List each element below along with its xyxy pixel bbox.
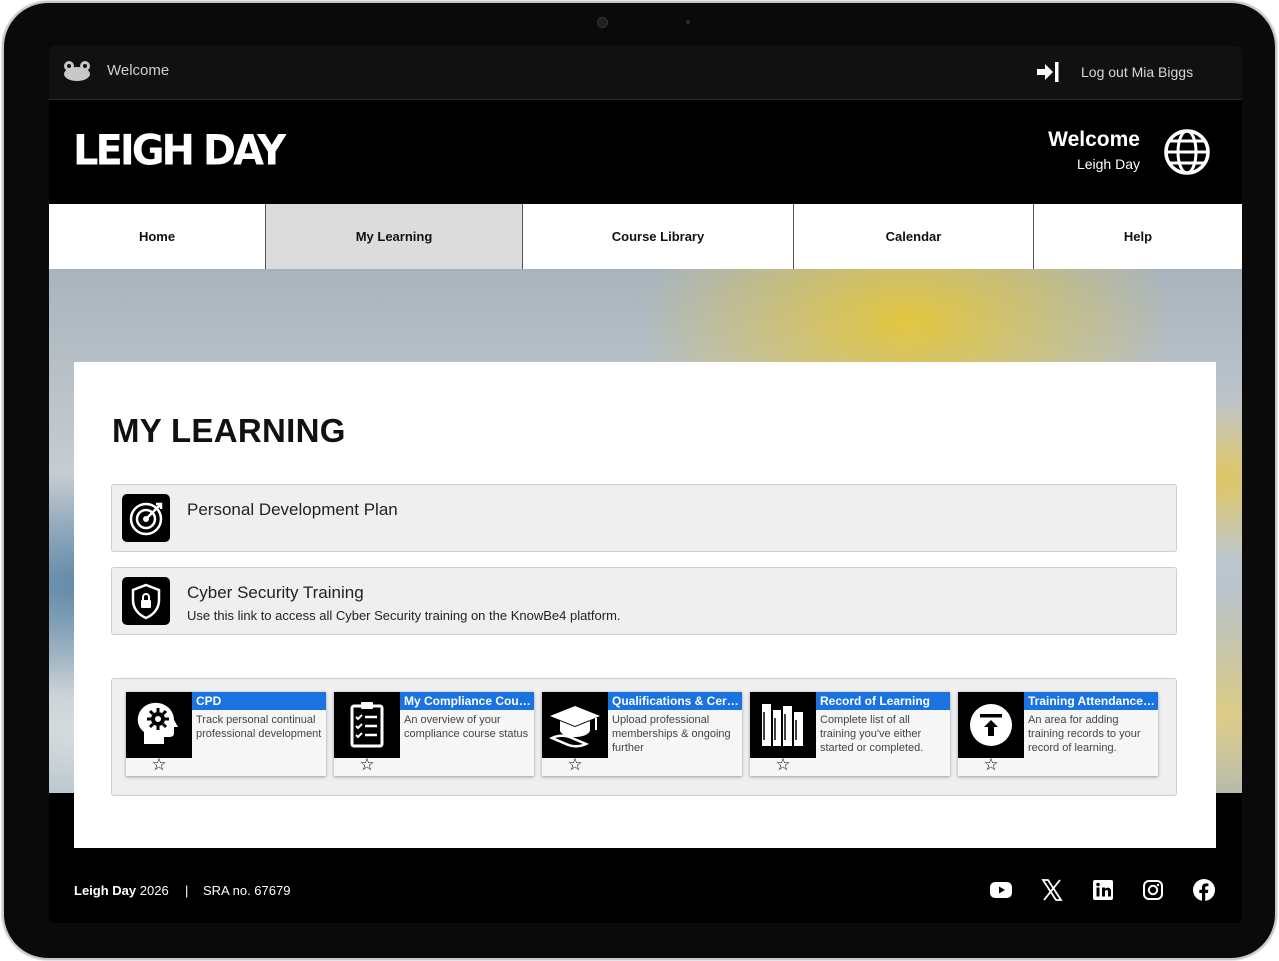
frog-logo-icon xyxy=(64,61,90,81)
bookshelf-icon xyxy=(750,692,816,758)
head-gear-icon xyxy=(126,692,192,758)
checklist-icon xyxy=(334,692,400,758)
main-nav: Home My Learning Course Library Calendar… xyxy=(49,204,1242,269)
welcome-link[interactable]: Welcome xyxy=(107,62,169,79)
instagram-icon[interactable] xyxy=(1141,878,1165,902)
screen: Welcome Log out Mia Biggs LEIGH DAY Welc… xyxy=(49,46,1242,923)
favorite-star-icon[interactable]: ☆ xyxy=(126,756,192,774)
shield-lock-icon xyxy=(122,577,170,625)
target-icon xyxy=(122,494,170,542)
tile-title: CPD xyxy=(192,692,326,710)
nav-home[interactable]: Home xyxy=(49,204,266,269)
tile-title: Training Attendance Sheets xyxy=(1024,692,1158,710)
globe-icon[interactable] xyxy=(1163,128,1211,176)
header-welcome-org: Leigh Day xyxy=(1076,156,1140,172)
cyber-link-title: Cyber Security Training xyxy=(187,583,364,602)
footer: Leigh Day 2026 | SRA no. 67679 xyxy=(49,848,1242,923)
footer-sra: SRA no. 67679 xyxy=(203,883,291,898)
camera xyxy=(597,17,608,28)
cyber-link-subtitle: Use this link to access all Cyber Securi… xyxy=(187,608,621,623)
tile-title: My Compliance Courses xyxy=(400,692,534,710)
tile-title: Record of Learning xyxy=(816,692,950,710)
graduation-cap-icon xyxy=(542,692,608,758)
tile-description: Complete list of all training you've eit… xyxy=(820,714,924,754)
cyber-security-link-card[interactable]: Cyber Security Training Use this link to… xyxy=(111,567,1177,635)
favorite-star-icon[interactable]: ☆ xyxy=(334,756,400,774)
favorite-star-icon[interactable]: ☆ xyxy=(958,756,1024,774)
nav-help[interactable]: Help xyxy=(1034,204,1242,269)
tile-compliance[interactable]: ☆ My Compliance Courses An overview of y… xyxy=(334,692,534,776)
tile-description: An area for adding training records to y… xyxy=(1028,714,1141,754)
logout-button[interactable]: Log out Mia Biggs xyxy=(1081,64,1193,80)
logout-icon[interactable] xyxy=(1035,60,1061,84)
favorite-star-icon[interactable]: ☆ xyxy=(542,756,608,774)
page-title: MY LEARNING xyxy=(112,412,346,449)
leigh-day-logo[interactable]: LEIGH DAY xyxy=(73,127,286,175)
content-panel: MY LEARNING Personal Development Plan Cy… xyxy=(74,362,1216,848)
footer-brand: Leigh Day xyxy=(74,883,137,898)
tile-record-of-learning[interactable]: ☆ Record of Learning Complete list of al… xyxy=(750,692,950,776)
header-welcome: Welcome Leigh Day xyxy=(1048,128,1140,172)
upload-icon xyxy=(958,692,1024,758)
nav-calendar[interactable]: Calendar xyxy=(794,204,1034,269)
pdp-link-card[interactable]: Personal Development Plan xyxy=(111,484,1177,552)
youtube-icon[interactable] xyxy=(989,878,1013,902)
tile-description: Track personal continual professional de… xyxy=(196,714,322,740)
pdp-link-title: Personal Development Plan xyxy=(187,500,398,519)
tablet-frame: Welcome Log out Mia Biggs LEIGH DAY Welc… xyxy=(4,3,1275,958)
favorite-star-icon[interactable]: ☆ xyxy=(750,756,816,774)
header-welcome-title: Welcome xyxy=(1048,128,1140,151)
linkedin-icon[interactable] xyxy=(1091,878,1115,902)
tile-cpd[interactable]: ☆ CPD Track personal continual professio… xyxy=(126,692,326,776)
sensor xyxy=(686,20,690,24)
x-icon[interactable] xyxy=(1040,878,1064,902)
tile-description: An overview of your compliance course st… xyxy=(404,714,529,740)
tile-training-attendance[interactable]: ☆ Training Attendance Sheets An area for… xyxy=(958,692,1158,776)
top-bar: Welcome Log out Mia Biggs xyxy=(49,46,1242,100)
tile-description: Upload professional memberships & ongoin… xyxy=(612,714,731,754)
footer-copyright: Leigh Day 2026 xyxy=(74,883,169,898)
nav-my-learning[interactable]: My Learning xyxy=(266,204,523,269)
nav-course-library[interactable]: Course Library xyxy=(523,204,794,269)
footer-year: 2026 xyxy=(139,883,169,898)
brand-header: LEIGH DAY Welcome Leigh Day xyxy=(49,100,1242,204)
footer-separator: | xyxy=(185,883,189,898)
facebook-icon[interactable] xyxy=(1192,878,1216,902)
tile-title: Qualifications & Certifications xyxy=(608,692,742,710)
tiles-container: ☆ CPD Track personal continual professio… xyxy=(111,678,1177,796)
tile-qualifications[interactable]: ☆ Qualifications & Certifications Upload… xyxy=(542,692,742,776)
